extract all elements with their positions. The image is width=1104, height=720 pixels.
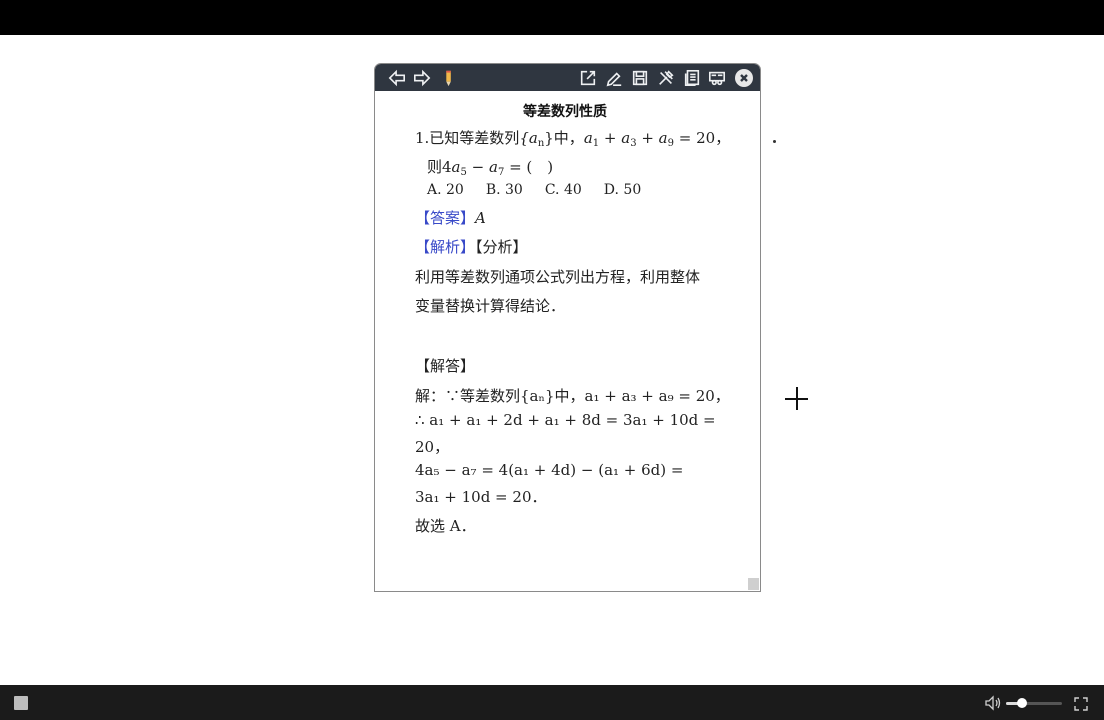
solution-line-3: 20， [415, 438, 450, 456]
answer-tag: 【答案】 [415, 209, 476, 227]
question-title: 等差数列性质 [523, 104, 607, 120]
tools-icon[interactable] [656, 68, 676, 88]
open-external-icon[interactable] [578, 68, 598, 88]
options-row: A. 20 B. 30 C. 40 D. 50 [427, 182, 663, 198]
top-bar [0, 0, 1104, 35]
arrow-left-icon[interactable] [387, 68, 407, 88]
eq-a: a [583, 129, 593, 147]
player-stage: 等差数列性质 1.已知等差数列{an}中，a1 + a3 + a9 = 20， … [0, 35, 1104, 685]
stem-text: 1.已知等差数列 [415, 129, 520, 147]
solution-line-6: 故选 A． [415, 517, 476, 535]
option-a[interactable]: A. 20 [427, 182, 464, 198]
arrow-right-icon[interactable] [412, 68, 432, 88]
eq-plus2: + a [636, 129, 668, 147]
ask-prefix: 则4 [427, 158, 452, 176]
resize-grip[interactable] [748, 578, 759, 590]
player-controls [0, 685, 1104, 720]
eq-plus1: + a [599, 129, 631, 147]
volume-icon[interactable] [984, 695, 1002, 711]
analysis-subtag: 【分析】 [475, 238, 528, 256]
question-ask: 则4a5 − a7 = ( ) [427, 156, 553, 178]
seq-close: }中， [544, 129, 584, 147]
ask-a: a [451, 158, 461, 176]
question-stem: 1.已知等差数列{an}中，a1 + a3 + a9 = 20， [415, 127, 730, 149]
answer-row: 【答案】A [415, 207, 486, 228]
option-b[interactable]: B. 30 [486, 182, 523, 198]
pencil-icon[interactable] [439, 68, 459, 88]
stop-icon[interactable] [14, 696, 28, 710]
analysis-row: 【解析】【分析】 [415, 236, 528, 257]
ask-minus: − a [466, 158, 498, 176]
analysis-tag: 【解析】 [415, 238, 476, 256]
save-icon[interactable] [630, 68, 650, 88]
eq-rhs: = 20， [674, 129, 731, 147]
notes-icon[interactable] [682, 68, 702, 88]
solution-line-4: 4a₅ − a₇ = 4(a₁ + 4d) − (a₁ + 6d) = [415, 461, 684, 479]
ask-rhs: = ( ) [504, 158, 554, 176]
seq-open: {a [519, 129, 538, 147]
volume-knob[interactable] [1016, 698, 1027, 708]
stray-dot [773, 140, 776, 143]
stem-equation: a1 + a3 + a9 [583, 129, 674, 149]
option-d[interactable]: D. 50 [604, 182, 641, 198]
answer-value: A [475, 209, 486, 227]
close-icon[interactable] [735, 69, 753, 87]
solution-line-2: ∴ a₁ + a₁ + 2d + a₁ + 8d = 3a₁ + 10d = [415, 411, 716, 429]
solution-line-5: 3a₁ + 10d = 20． [415, 488, 547, 506]
seq-symbol: {an [519, 129, 544, 149]
volume-slider[interactable] [1006, 698, 1062, 708]
fullscreen-icon[interactable] [1074, 696, 1088, 711]
glasses-icon[interactable] [707, 68, 727, 88]
analysis-text-1: 利用等差数列通项公式列出方程，利用整体 [415, 268, 701, 286]
solution-line-1: 解：∵等差数列{aₙ}中，a₁ + a₃ + a₉ = 20， [415, 387, 730, 405]
question-popup: 等差数列性质 1.已知等差数列{an}中，a1 + a3 + a9 = 20， … [374, 63, 761, 592]
edit-icon[interactable] [604, 68, 624, 88]
popup-toolbar [375, 64, 760, 91]
option-c[interactable]: C. 40 [545, 182, 582, 198]
solution-tag: 【解答】 [415, 357, 476, 375]
ask-expr: a5 − a7 [451, 158, 505, 178]
crosshair-cursor-icon [785, 387, 808, 410]
analysis-text-2: 变量替换计算得结论． [415, 297, 566, 315]
